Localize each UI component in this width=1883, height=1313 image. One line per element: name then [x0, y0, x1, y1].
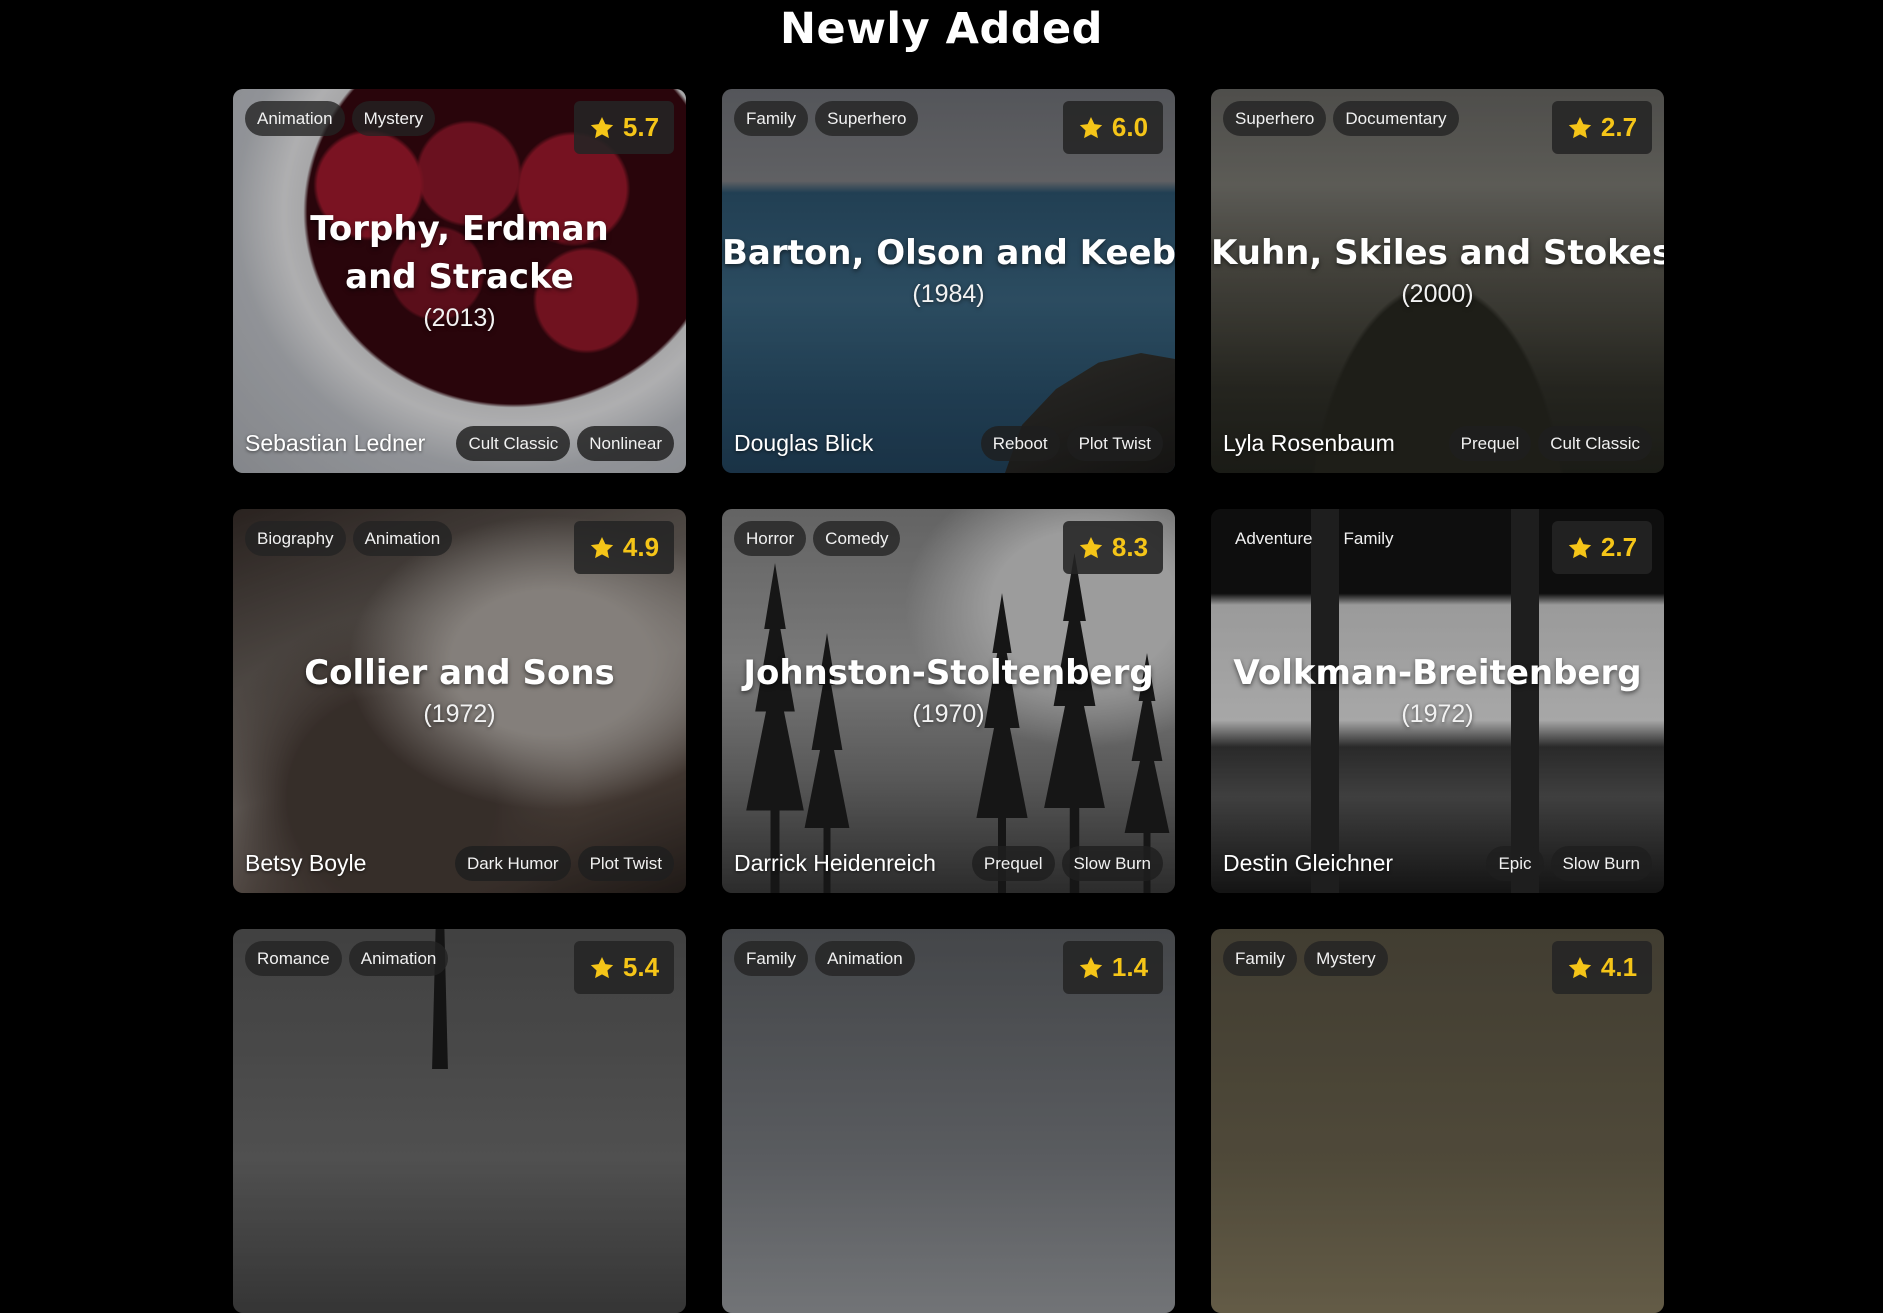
tag: Slow Burn — [1550, 846, 1652, 881]
tag-list: Prequel Slow Burn — [971, 846, 1163, 881]
movie-card[interactable]: Family Mystery 4.1 — [1211, 929, 1664, 1313]
tag: Epic — [1486, 846, 1544, 881]
tag-list: Prequel Cult Classic — [1448, 426, 1652, 461]
movie-title: Torphy, Erdman and Stracke — [310, 209, 609, 297]
tag-list: Epic Slow Burn — [1486, 846, 1652, 881]
director-name: Lyla Rosenbaum — [1223, 430, 1395, 456]
movie-card[interactable]: Family Animation 1.4 — [722, 929, 1175, 1313]
director-name: Betsy Boyle — [245, 850, 367, 876]
rating-badge: 1.4 — [1063, 941, 1163, 994]
page-title: Newly Added — [780, 4, 1103, 54]
movie-title: Kuhn, Skiles and Stokes — [1211, 233, 1664, 273]
movie-title: Barton, Olson and Keebler — [722, 233, 1175, 273]
genre-tag: Romance — [245, 941, 342, 976]
tag: Prequel — [971, 846, 1055, 881]
tag-list: Dark Humor Plot Twist — [454, 846, 674, 881]
tag: Cult Classic — [1538, 426, 1652, 461]
tag: Cult Classic — [456, 426, 571, 461]
movie-year: (2013) — [423, 304, 496, 332]
movie-title: Collier and Sons — [304, 653, 615, 693]
movie-card[interactable]: Adventure Family 2.7 Volkman-Breitenberg… — [1211, 509, 1664, 893]
movie-grid: Animation Mystery 5.7 Torphy, Erdman and… — [233, 89, 1664, 1313]
movie-year: (1972) — [1401, 700, 1474, 728]
movie-year: (2000) — [1401, 280, 1474, 308]
genre-tag: Animation — [815, 941, 915, 976]
rating-value: 4.1 — [1600, 952, 1638, 982]
tag: Plot Twist — [1066, 426, 1163, 461]
star-icon — [1079, 956, 1103, 978]
genre-tag: Family — [734, 941, 809, 976]
tag: Reboot — [980, 426, 1060, 461]
tag: Prequel — [1448, 426, 1532, 461]
genre-tag: Animation — [348, 941, 449, 976]
movie-card[interactable]: Horror Comedy 8.3 Johnston-Stoltenberg (… — [722, 509, 1175, 893]
movie-card[interactable]: Family Superhero 6.0 Barton, Olson and K… — [722, 89, 1175, 473]
tag: Nonlinear — [577, 426, 674, 461]
tag: Dark Humor — [454, 846, 571, 881]
director-name: Sebastian Ledner — [245, 430, 426, 456]
movie-year: (1984) — [912, 280, 985, 308]
movie-card[interactable]: Animation Mystery 5.7 Torphy, Erdman and… — [233, 89, 686, 473]
director-name: Darrick Heidenreich — [734, 850, 936, 876]
rating-badge: 5.4 — [574, 941, 674, 994]
movie-title: Volkman-Breitenberg — [1233, 653, 1642, 693]
tag-list: Cult Classic Nonlinear — [456, 426, 674, 461]
rating-value: 5.4 — [622, 952, 660, 982]
movie-year: (1970) — [912, 700, 985, 728]
star-icon — [590, 956, 614, 978]
movie-card[interactable]: Superhero Documentary 2.7 Kuhn, Skiles a… — [1211, 89, 1664, 473]
genre-list: Romance Animation — [245, 941, 449, 976]
genre-tag: Mystery — [1304, 941, 1388, 976]
movie-card[interactable]: Romance Animation 5.4 — [233, 929, 686, 1313]
movie-title: Johnston-Stoltenberg — [743, 653, 1154, 693]
genre-tag: Family — [1223, 941, 1298, 976]
movie-card[interactable]: Biography Animation 4.9 Collier and Sons… — [233, 509, 686, 893]
genre-list: Family Animation — [734, 941, 915, 976]
movie-year: (1972) — [423, 700, 496, 728]
tag: Slow Burn — [1061, 846, 1163, 881]
tag-list: Reboot Plot Twist — [980, 426, 1163, 461]
rating-badge: 4.1 — [1552, 941, 1652, 994]
rating-value: 1.4 — [1111, 952, 1149, 982]
director-name: Douglas Blick — [734, 430, 874, 456]
star-icon — [1568, 956, 1592, 978]
director-name: Destin Gleichner — [1223, 850, 1394, 876]
genre-list: Family Mystery — [1223, 941, 1388, 976]
tag: Plot Twist — [577, 846, 674, 881]
